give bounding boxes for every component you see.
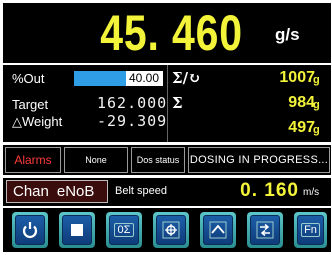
stop-icon [71,224,83,236]
belt-speed-label: Belt speed [115,185,167,197]
panel-divider [167,65,168,142]
restart-button[interactable] [12,212,48,248]
process-values-panel: %Out 40.00 Target 162.000 △Weight -29.30… [3,65,331,142]
total-reset-value: 1007 [279,69,315,86]
zero-total-button[interactable]: 0Σ [106,212,142,248]
dosing-status-label: Dos status [131,147,185,173]
weigher-screen: 45. 460 g/s %Out 40.00 Target 162.000 △W… [0,0,332,255]
third-total-unit: g [313,124,320,136]
third-total-value: 497 [288,119,315,136]
channel-row: Chan eNoB Belt speed 0. 160 m/s [3,178,331,206]
flow-rate-unit: g/s [275,25,300,44]
target-label: Target [12,97,49,112]
delta-weight-label: △Weight [12,114,63,129]
dosing-status-text: DOSING IN PROGRESS... [188,147,330,173]
softkey-bar: 0Σ Fn [3,208,331,252]
channel-name: eNoB [56,183,95,200]
delta-weight-value: -29.309 [97,112,168,130]
pct-out-label: %Out [12,71,45,86]
chevron-up-icon [209,221,227,239]
belt-speed-unit: m/s [303,187,320,198]
total-value: 984 [288,94,315,111]
pct-out-bar-fill [74,71,126,86]
pct-out-bar: 40.00 [74,71,163,86]
restart-icon [22,222,38,238]
function-button[interactable]: Fn [294,212,327,248]
crosshair-icon [162,221,180,239]
target-button[interactable] [153,212,189,248]
belt-speed-value: 0. 160 [240,180,299,201]
function-icon: Fn [301,223,320,237]
up-button[interactable] [200,212,236,248]
channel-selector[interactable]: Chan eNoB [6,180,108,203]
target-value: 162.000 [97,94,168,112]
total-unit: g [313,99,320,111]
flow-rate-value: 45. 460 [100,5,243,61]
pct-out-value: 40.00 [128,71,159,85]
flow-rate-panel: 45. 460 g/s [3,3,331,63]
total-symbol: Σ [172,94,183,112]
total-reset-unit: g [313,74,320,86]
exit-button[interactable] [247,212,283,248]
alarm-state: None [64,147,128,173]
stop-button[interactable] [59,212,95,248]
alarm-status-row: Alarms None Dos status DOSING IN PROGRES… [3,145,331,175]
alarms-button[interactable]: Alarms [5,147,61,173]
total-reset-symbol: Σ/↻ [172,69,201,87]
channel-label: Chan [13,183,49,200]
exit-icon [256,221,274,239]
zero-sigma-icon: 0Σ [113,223,135,237]
